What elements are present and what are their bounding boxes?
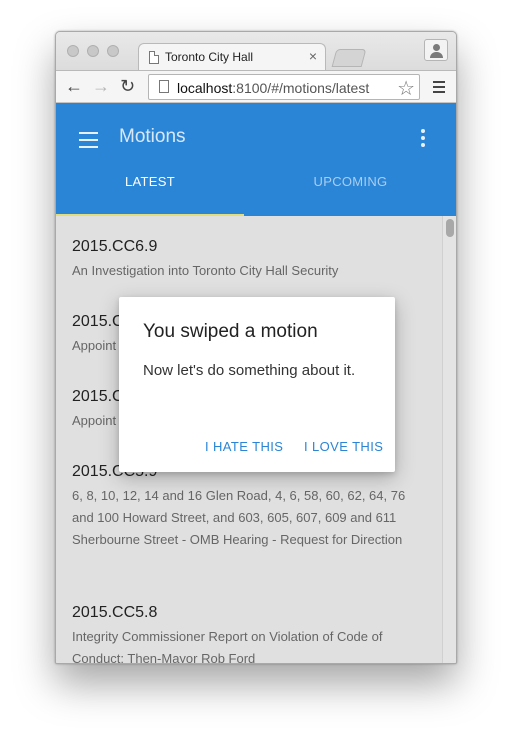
motion-id: 2015.CC6.9 — [72, 238, 158, 255]
list-item[interactable]: 2015.CC5.8 Integrity Commissioner Report… — [72, 603, 427, 664]
profile-icon[interactable] — [424, 39, 448, 61]
tab-upcoming[interactable]: UPCOMING — [244, 174, 456, 189]
dialog-body: Now let's do something about it. — [143, 362, 356, 379]
forward-arrow-icon[interactable]: → — [92, 76, 110, 96]
url-text[interactable]: localhost:8100/#/motions/latest — [177, 80, 369, 96]
zoom-window-button[interactable] — [107, 45, 119, 57]
url-path: :8100/#/motions/latest — [232, 80, 370, 96]
browser-titlebar: Toronto City Hall × — [56, 32, 456, 71]
list-item[interactable]: 2015.CC6.9 An Investigation into Toronto… — [72, 237, 427, 282]
back-arrow-icon[interactable]: ← — [65, 76, 83, 96]
scrollbar-thumb[interactable] — [446, 219, 454, 237]
browser-window: Toronto City Hall × ← → ↻ localhost:8100… — [55, 31, 457, 664]
motion-id: 2015.CC5.8 — [72, 604, 158, 621]
reload-icon[interactable]: ↻ — [120, 76, 135, 96]
hamburger-menu-icon[interactable] — [79, 132, 98, 153]
page-icon — [149, 51, 159, 64]
love-button[interactable]: I LOVE THIS — [304, 439, 383, 454]
tab-title: Toronto City Hall — [165, 50, 254, 64]
swipe-dialog: You swiped a motion Now let's do somethi… — [119, 297, 395, 472]
motion-description: Integrity Commissioner Report on Violati… — [72, 629, 383, 664]
address-bar[interactable]: localhost:8100/#/motions/latest ☆ — [148, 74, 420, 100]
browser-toolbar: ← → ↻ localhost:8100/#/motions/latest ☆ — [56, 70, 456, 103]
browser-menu-icon[interactable] — [433, 81, 445, 96]
page-icon — [159, 80, 169, 93]
url-host: localhost — [177, 80, 233, 96]
app-header: Motions LATEST UPCOMING — [56, 103, 456, 216]
browser-tab[interactable]: Toronto City Hall × — [138, 43, 326, 71]
tab-latest[interactable]: LATEST — [56, 174, 244, 189]
page-title: Motions — [119, 126, 186, 147]
more-options-icon[interactable] — [421, 129, 425, 150]
list-item[interactable]: 2015.CC5.9 6, 8, 10, 12, 14 and 16 Glen … — [72, 462, 427, 551]
bookmark-star-icon[interactable]: ☆ — [397, 76, 415, 101]
close-window-button[interactable] — [67, 45, 79, 57]
minimize-window-button[interactable] — [87, 45, 99, 57]
motion-description: 6, 8, 10, 12, 14 and 16 Glen Road, 4, 6,… — [72, 488, 406, 547]
hate-button[interactable]: I HATE THIS — [205, 439, 283, 454]
dialog-title: You swiped a motion — [143, 321, 318, 342]
scrollbar[interactable] — [442, 216, 456, 663]
motion-description: An Investigation into Toronto City Hall … — [72, 263, 339, 278]
tab-close-icon[interactable]: × — [309, 48, 317, 64]
new-tab-button[interactable] — [331, 49, 367, 67]
